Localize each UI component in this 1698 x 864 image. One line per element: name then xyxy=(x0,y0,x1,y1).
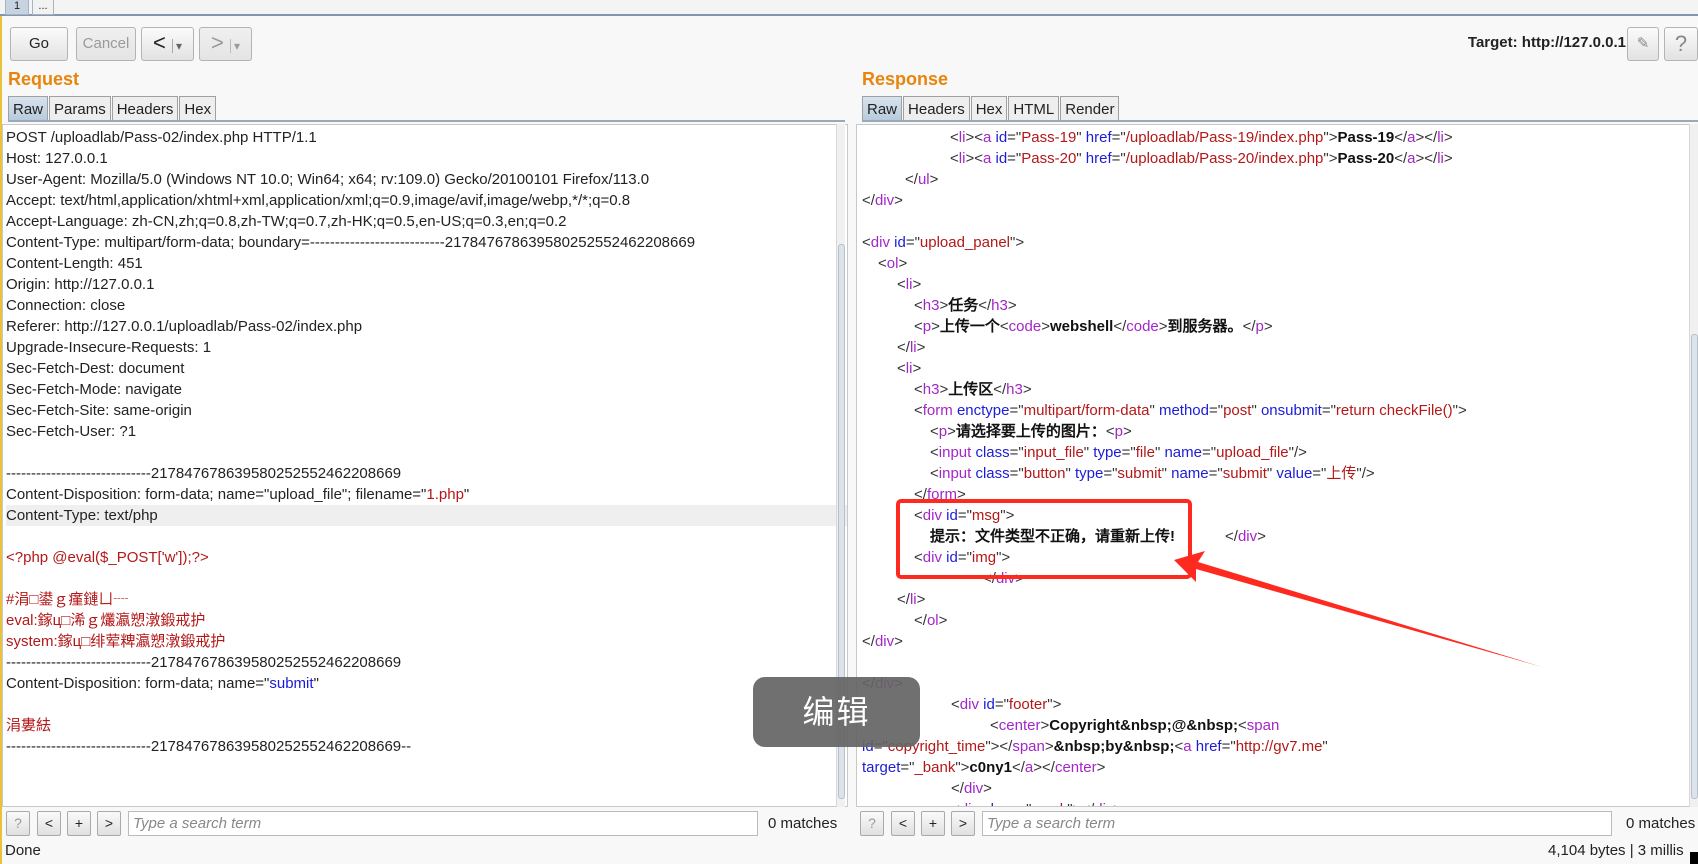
edit-overlay-button[interactable]: 编辑 xyxy=(753,677,920,747)
highlight-box xyxy=(896,499,1192,579)
arrow-icon xyxy=(1174,551,1542,667)
